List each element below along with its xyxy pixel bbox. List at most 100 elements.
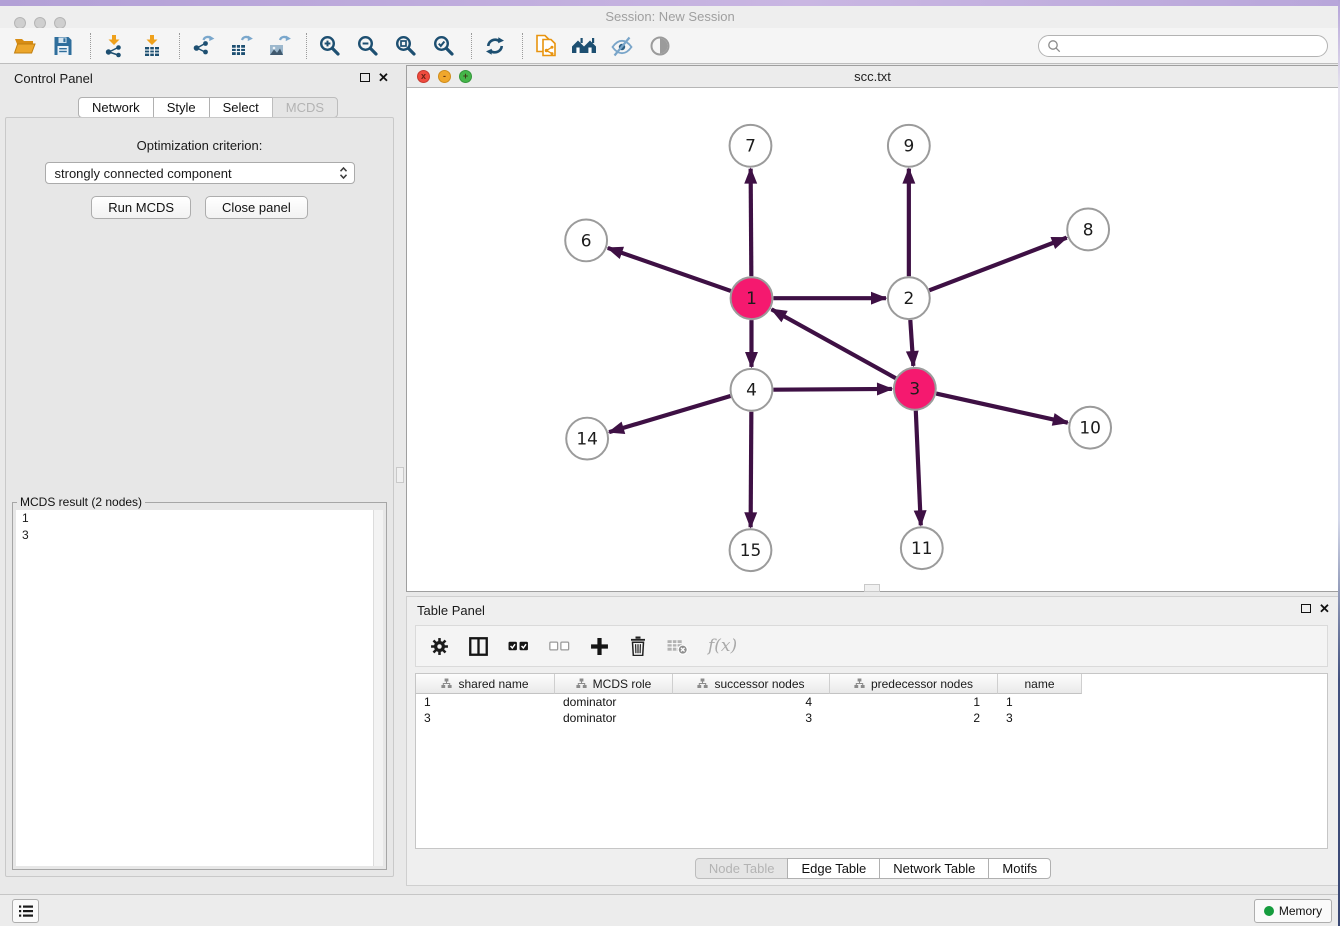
graph-node-11[interactable]: 11 [901, 527, 943, 569]
table-settings-icon[interactable] [430, 637, 449, 656]
graph-node-4[interactable]: 4 [731, 369, 773, 411]
result-line: 1 [16, 510, 383, 527]
network-view-window: x - + scc.txt 1 2 3 4 6 7 8 9 10 11 14 15 [406, 65, 1339, 592]
graph-edge-4-14[interactable] [609, 396, 730, 432]
table-cell-shared-name[interactable]: 1 [416, 694, 555, 710]
apply-function-icon[interactable]: f(x) [708, 636, 737, 656]
table-cell-successor-nodes[interactable]: 3 [673, 710, 830, 726]
toolbar-search[interactable] [1038, 35, 1328, 57]
table-cell-mcds-role[interactable]: dominator [555, 710, 673, 726]
float-table-panel-icon[interactable] [1301, 604, 1311, 613]
graph-edge-3-1[interactable] [772, 309, 896, 378]
node-table: shared nameMCDS rolesuccessor nodes prede… [415, 673, 1328, 849]
hide-selected-icon[interactable] [609, 33, 635, 59]
graph-node-14[interactable]: 14 [566, 418, 608, 460]
graph-edge-4-3[interactable] [773, 389, 892, 390]
network-window-titlebar[interactable]: x - + scc.txt [407, 66, 1338, 88]
table-cell-shared-name[interactable]: 3 [416, 710, 555, 726]
tab-motifs[interactable]: Motifs [988, 858, 1051, 879]
graph-node-2[interactable]: 2 [888, 277, 930, 319]
save-session-icon[interactable] [50, 33, 76, 59]
graph-node-7[interactable]: 7 [730, 125, 772, 167]
export-network-icon[interactable] [190, 33, 216, 59]
result-scrollbar[interactable] [373, 510, 383, 866]
criterion-value: strongly connected component [55, 166, 339, 181]
graph-node-1[interactable]: 1 [731, 277, 773, 319]
task-history-button[interactable] [12, 899, 39, 923]
criterion-select[interactable]: strongly connected component [45, 162, 355, 184]
select-all-columns-icon[interactable] [508, 641, 529, 651]
tab-style[interactable]: Style [153, 97, 210, 118]
graph-node-9[interactable]: 9 [888, 125, 930, 167]
close-panel-icon[interactable]: ✕ [378, 73, 389, 83]
close-table-panel-icon[interactable]: ✕ [1319, 604, 1330, 614]
table-row[interactable]: 1dominator411 [416, 694, 1327, 710]
show-all-icon[interactable] [647, 33, 673, 59]
table-cell-name[interactable]: 1 [998, 694, 1082, 710]
zoom-fit-icon[interactable] [393, 33, 419, 59]
run-mcds-button[interactable]: Run MCDS [91, 196, 191, 219]
float-panel-icon[interactable] [360, 73, 370, 82]
network-canvas[interactable]: 1 2 3 4 6 7 8 9 10 11 14 15 [407, 89, 1338, 591]
column-header-name[interactable]: name [998, 674, 1082, 694]
import-network-icon[interactable] [101, 33, 127, 59]
deselect-columns-icon[interactable] [549, 641, 570, 651]
toolbar-separator [179, 33, 180, 59]
graph-node-6[interactable]: 6 [565, 219, 607, 261]
export-table-icon[interactable] [228, 33, 254, 59]
delete-table-icon[interactable] [667, 638, 688, 655]
column-header-shared-name[interactable]: shared name [416, 674, 555, 694]
vertical-splitter-handle[interactable] [396, 467, 404, 483]
table-cell-predecessor-nodes[interactable]: 2 [830, 710, 998, 726]
zoom-selected-icon[interactable] [431, 33, 457, 59]
tab-mcds[interactable]: MCDS [272, 97, 338, 118]
memory-button[interactable]: Memory [1254, 899, 1332, 923]
mcds-result-fieldset: MCDS result (2 nodes) 1 3 [12, 495, 387, 870]
zoom-in-icon[interactable] [317, 33, 343, 59]
graph-edge-4-15[interactable] [751, 412, 752, 528]
tab-network[interactable]: Network [78, 97, 154, 118]
graph-edge-2-3[interactable] [910, 320, 913, 366]
column-header-mcds-role[interactable]: MCDS role [555, 674, 673, 694]
horizontal-splitter-handle[interactable] [864, 584, 880, 592]
column-header-label: predecessor nodes [871, 677, 973, 691]
tab-node-table[interactable]: Node Table [695, 858, 789, 879]
tab-network-table[interactable]: Network Table [879, 858, 989, 879]
close-panel-button[interactable]: Close panel [205, 196, 308, 219]
toggle-columns-icon[interactable] [469, 637, 488, 656]
table-cell-predecessor-nodes[interactable]: 1 [830, 694, 998, 710]
add-column-icon[interactable] [590, 637, 609, 656]
graph-edge-1-7[interactable] [751, 169, 752, 277]
column-header-predecessor-nodes[interactable]: predecessor nodes [830, 674, 998, 694]
graph-node-3[interactable]: 3 [894, 368, 936, 410]
open-session-icon[interactable] [12, 33, 38, 59]
graph-edge-1-6[interactable] [608, 248, 731, 291]
import-table-icon[interactable] [139, 33, 165, 59]
duplicate-network-icon[interactable] [533, 33, 559, 59]
mcds-result-text[interactable]: 1 3 [16, 510, 383, 866]
search-input[interactable] [1066, 39, 1319, 53]
first-neighbors-icon[interactable] [571, 33, 597, 59]
graph-node-10[interactable]: 10 [1069, 407, 1111, 449]
node-label-8: 8 [1083, 219, 1094, 239]
graph-node-15[interactable]: 15 [730, 529, 772, 571]
network-graph: 1 2 3 4 6 7 8 9 10 11 14 15 [407, 89, 1338, 591]
network-file-title: scc.txt [407, 66, 1338, 88]
node-label-3: 3 [909, 379, 920, 399]
table-cell-successor-nodes[interactable]: 4 [673, 694, 830, 710]
table-cell-name[interactable]: 3 [998, 710, 1082, 726]
graph-edge-3-11[interactable] [916, 411, 921, 526]
zoom-out-icon[interactable] [355, 33, 381, 59]
graph-edge-2-8[interactable] [929, 238, 1066, 291]
delete-columns-icon[interactable] [629, 636, 647, 656]
table-row[interactable]: 3dominator323 [416, 710, 1327, 726]
tab-edge-table[interactable]: Edge Table [787, 858, 880, 879]
graph-node-8[interactable]: 8 [1067, 209, 1109, 251]
export-image-icon[interactable] [266, 33, 292, 59]
table-cell-mcds-role[interactable]: dominator [555, 694, 673, 710]
tab-select[interactable]: Select [209, 97, 273, 118]
column-header-successor-nodes[interactable]: successor nodes [673, 674, 830, 694]
refresh-view-icon[interactable] [482, 33, 508, 59]
graph-edge-3-10[interactable] [936, 394, 1068, 423]
application-window: Session: New Session [0, 0, 1340, 926]
